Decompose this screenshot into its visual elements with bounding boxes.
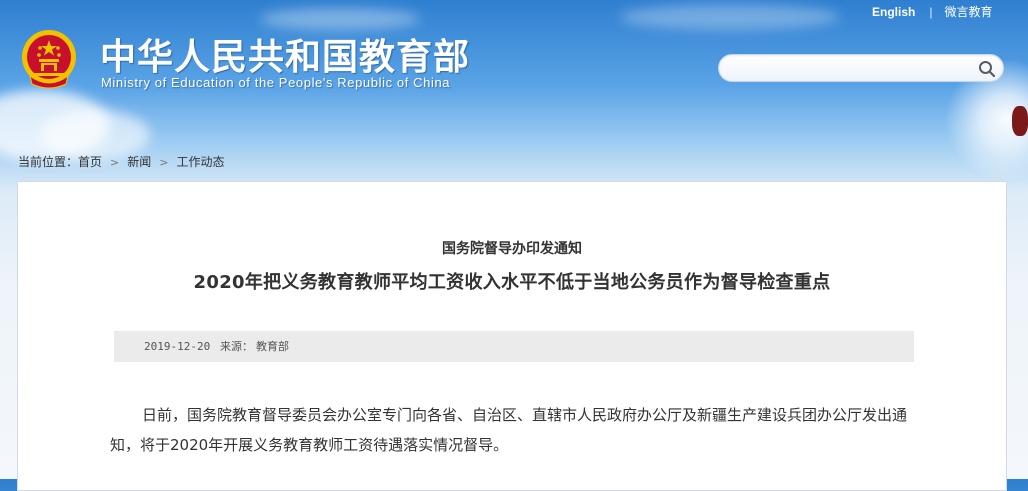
- article-paragraph: 日前，国务院教育督导委员会办公室专门向各省、自治区、直辖市人民政府办公厅及新疆生…: [110, 406, 908, 454]
- breadcrumb-news[interactable]: 新闻: [127, 155, 151, 169]
- article-title: 2020年把义务教育教师平均工资收入水平不低于当地公务员作为督导检查重点: [193, 272, 831, 293]
- search-icon[interactable]: [977, 59, 997, 79]
- site-title[interactable]: 中华人民共和国教育部: [100, 28, 470, 80]
- national-emblem-icon[interactable]: [20, 28, 78, 90]
- article-meta-bar: 2019-12-20 来源： 教育部: [114, 331, 914, 362]
- dandelion-decoration: [1012, 106, 1028, 136]
- site-subtitle-en: Ministry of Education of the People's Re…: [101, 75, 451, 90]
- breadcrumb-prefix: 当前位置：: [18, 155, 79, 169]
- link-separator: |: [929, 5, 933, 19]
- weibo-link[interactable]: 微言教育: [944, 5, 992, 19]
- article-date: 2019-12-20: [144, 340, 211, 353]
- english-link[interactable]: English: [872, 5, 915, 19]
- article-body: 日前，国务院教育督导委员会办公室专门向各省、自治区、直辖市人民政府办公厅及新疆生…: [110, 400, 930, 460]
- top-links: English | 微言教育: [872, 3, 992, 20]
- article-panel: 国务院督导办印发通知 2020年把义务教育教师平均工资收入水平不低于当地公务员作…: [17, 181, 1007, 491]
- sky-cloud: [260, 8, 420, 30]
- article-subtitle: 国务院督导办印发通知: [442, 241, 582, 257]
- article-source: 教育部: [256, 340, 289, 353]
- breadcrumb-home[interactable]: 首页: [78, 155, 102, 169]
- breadcrumb-separator: >: [110, 156, 120, 169]
- breadcrumb-work-updates[interactable]: 工作动态: [176, 155, 224, 169]
- breadcrumb-separator: >: [159, 156, 169, 169]
- search-box[interactable]: [718, 54, 1004, 82]
- sky-cloud: [620, 4, 840, 30]
- search-input[interactable]: [731, 59, 975, 79]
- article-source-label: 来源：: [220, 340, 253, 353]
- breadcrumb: 当前位置：首页 > 新闻 > 工作动态: [18, 153, 225, 170]
